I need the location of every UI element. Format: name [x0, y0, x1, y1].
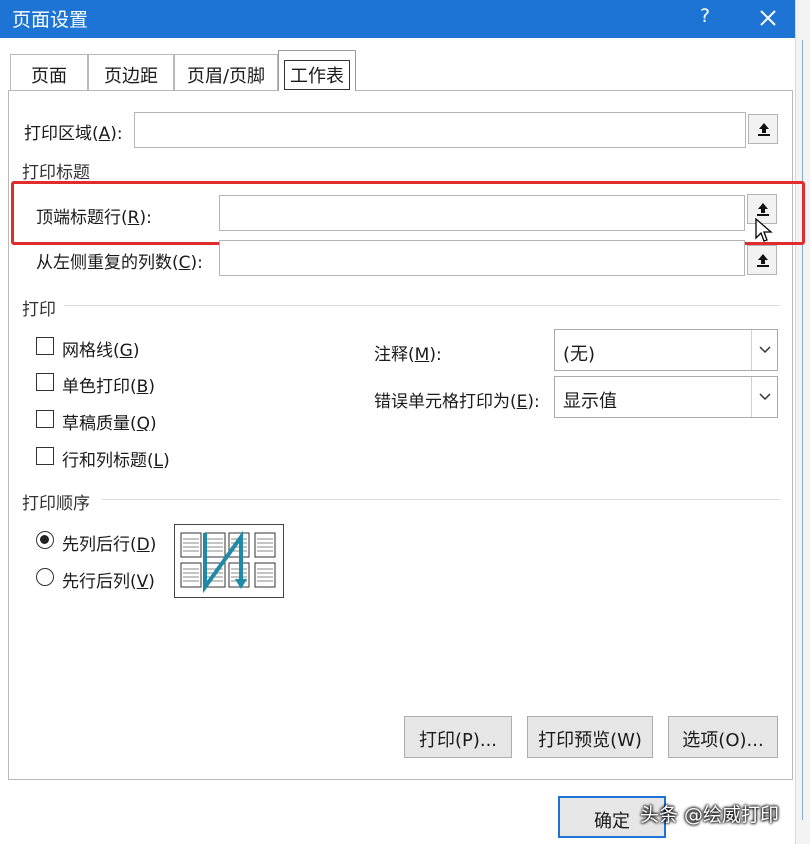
over-then-down-radio[interactable]: [36, 568, 54, 586]
chevron-down-icon: [759, 346, 771, 354]
cell-errors-dropdown-button[interactable]: [751, 377, 777, 417]
down-then-over-radio[interactable]: [36, 531, 54, 549]
print-area-collapse-button[interactable]: [748, 114, 778, 144]
cell-errors-value: 显示值: [563, 391, 617, 412]
chevron-down-icon: [759, 393, 771, 401]
mouse-cursor-icon: [755, 218, 773, 242]
watermark: 头条 @绘威打印: [640, 804, 780, 826]
page-order-divider: [102, 499, 780, 500]
page-order-section: 打印顺序: [22, 494, 90, 514]
close-icon: [760, 10, 776, 26]
left-columns-collapse-button[interactable]: [747, 245, 777, 275]
black-and-white-checkbox[interactable]: [36, 373, 54, 391]
top-rows-label: 顶端标题行(R):: [36, 208, 152, 228]
comments-value: (无): [563, 344, 596, 365]
cell-errors-label: 错误单元格打印为(E):: [374, 392, 540, 412]
draft-quality-checkbox[interactable]: [36, 410, 54, 428]
comments-label: 注释(M):: [374, 345, 442, 365]
gridlines-label: 网格线(G): [62, 341, 140, 361]
print-button[interactable]: 打印(P)...: [404, 716, 512, 758]
tab-sheet[interactable]: 工作表: [278, 50, 356, 91]
row-col-headings-checkbox[interactable]: [36, 447, 54, 465]
cell-errors-select[interactable]: 显示值: [554, 376, 778, 418]
collapse-arrow-icon: [757, 254, 769, 267]
collapse-arrow-icon: [757, 203, 769, 216]
background-window-edge: [795, 0, 810, 844]
tab-page[interactable]: 页面: [10, 54, 88, 90]
comments-dropdown-button[interactable]: [751, 330, 777, 370]
left-columns-label: 从左侧重复的列数(C):: [36, 253, 203, 273]
print-preview-button[interactable]: 打印预览(W): [527, 716, 653, 758]
collapse-arrow-icon: [758, 123, 770, 136]
draft-quality-label: 草稿质量(Q): [62, 414, 157, 434]
tab-header-footer[interactable]: 页眉/页脚: [174, 54, 278, 90]
print-area-input[interactable]: [134, 112, 746, 148]
row-col-headings-label: 行和列标题(L): [62, 451, 170, 471]
options-button[interactable]: 选项(O)...: [668, 716, 778, 758]
print-titles-section: 打印标题: [22, 163, 90, 183]
print-section: 打印: [22, 300, 56, 320]
over-then-down-label: 先行后列(V): [62, 572, 155, 592]
page-order-preview-image: [174, 524, 284, 598]
close-button[interactable]: [750, 1, 786, 35]
top-rows-input[interactable]: [219, 195, 745, 231]
help-button[interactable]: ?: [690, 5, 720, 27]
print-section-divider: [64, 305, 780, 306]
gridlines-checkbox[interactable]: [36, 337, 54, 355]
tab-margins[interactable]: 页边距: [88, 54, 174, 90]
down-then-over-label: 先列后行(D): [62, 535, 157, 555]
left-columns-input[interactable]: [219, 240, 745, 276]
black-and-white-label: 单色打印(B): [62, 377, 155, 397]
comments-select[interactable]: (无): [554, 329, 778, 371]
window-title: 页面设置: [12, 9, 89, 31]
title-bar: 页面设置 ?: [0, 0, 795, 38]
print-area-label: 打印区域(A):: [24, 124, 123, 144]
